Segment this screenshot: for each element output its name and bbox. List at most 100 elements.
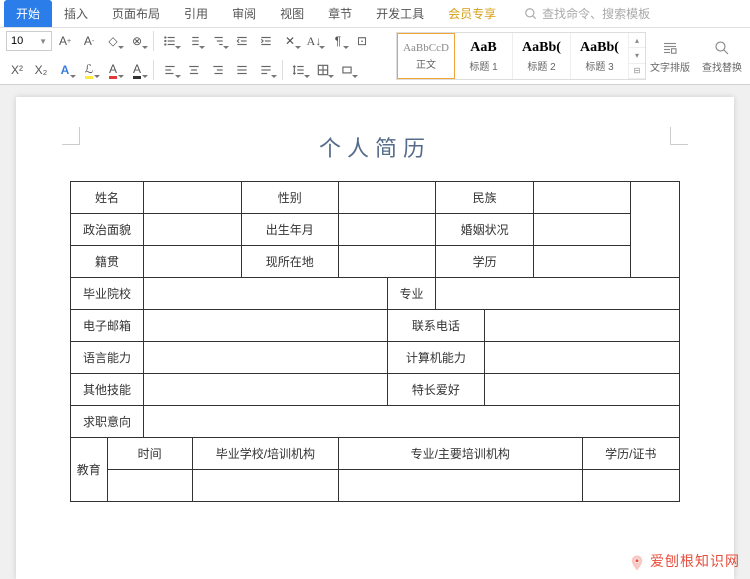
photo-cell[interactable] (631, 182, 680, 278)
separator (153, 31, 154, 51)
cell[interactable] (107, 470, 192, 502)
cell[interactable] (338, 182, 435, 214)
clear-format-icon[interactable]: ◇ (102, 30, 124, 52)
find-replace-button[interactable]: 查找替换 (702, 39, 742, 74)
cell[interactable] (533, 182, 630, 214)
tab-stop-icon[interactable] (336, 59, 358, 81)
label-time: 时间 (107, 438, 192, 470)
cell[interactable] (338, 214, 435, 246)
cell[interactable] (144, 310, 388, 342)
superscript-icon[interactable]: X² (6, 59, 28, 81)
label-marriage: 婚姻状况 (436, 214, 533, 246)
table-row: 求职意向 (71, 406, 680, 438)
tab-view[interactable]: 视图 (268, 0, 316, 27)
bullet-list-icon[interactable] (159, 30, 181, 52)
subscript-icon[interactable]: X₂ (30, 59, 52, 81)
line-spacing-icon[interactable] (288, 59, 310, 81)
margin-corner-tr (670, 127, 688, 145)
cell[interactable] (144, 214, 241, 246)
label-politics: 政治面貌 (71, 214, 144, 246)
label-name: 姓名 (71, 182, 144, 214)
find-icon (713, 39, 731, 57)
shading-icon[interactable]: A (126, 59, 148, 81)
font-effect-icon[interactable]: A (54, 59, 76, 81)
cell[interactable] (144, 342, 388, 374)
tab-start[interactable]: 开始 (4, 0, 52, 27)
multilevel-list-icon[interactable] (207, 30, 229, 52)
decrease-indent-icon[interactable] (231, 30, 253, 52)
style-down-icon[interactable]: ▾ (629, 48, 645, 63)
cell[interactable] (144, 278, 388, 310)
table-row: 姓名 性别 民族 (71, 182, 680, 214)
align-right-icon[interactable] (207, 59, 229, 81)
number-list-icon[interactable] (183, 30, 205, 52)
label-education-section: 教育 (71, 438, 108, 502)
border-icon[interactable] (312, 59, 334, 81)
label-majortraining: 专业/主要培训机构 (338, 438, 582, 470)
decrease-font-icon[interactable]: A- (78, 30, 100, 52)
tab-references[interactable]: 引用 (172, 0, 220, 27)
paragraph-mark-icon[interactable]: ¶ (327, 30, 349, 52)
tab-insert[interactable]: 插入 (52, 0, 100, 27)
style-more-icon[interactable]: ⊟ (629, 64, 645, 79)
watermark-icon (628, 554, 646, 572)
document-page[interactable]: 个人简历 姓名 性别 民族 政治面貌 (16, 97, 734, 579)
label-cert: 学历/证书 (582, 438, 679, 470)
watermark-text: 爱刨根知识网 (650, 555, 740, 570)
resume-table[interactable]: 姓名 性别 民族 政治面貌 出生年月 婚姻状况 籍贯 现所在地 (70, 181, 680, 502)
highlight-icon[interactable]: ℒ (78, 59, 100, 81)
cell[interactable] (144, 374, 388, 406)
font-color-icon[interactable]: A (102, 59, 124, 81)
table-row: 语言能力 计算机能力 (71, 342, 680, 374)
cell[interactable] (533, 214, 630, 246)
tab-pagelayout[interactable]: 页面布局 (100, 0, 172, 27)
tab-chapter[interactable]: 章节 (316, 0, 364, 27)
style-heading2[interactable]: AaBb( 标题 2 (513, 33, 571, 79)
command-search[interactable]: 查找命令、搜索模板 (524, 5, 650, 22)
style-normal[interactable]: AaBbCcD 正文 (397, 33, 455, 79)
tab-member[interactable]: 会员专享 (436, 0, 508, 27)
align-center-icon[interactable] (183, 59, 205, 81)
cell[interactable] (144, 246, 241, 278)
align-left-icon[interactable] (159, 59, 181, 81)
search-icon (524, 7, 538, 21)
table-row: 政治面貌 出生年月 婚姻状况 (71, 214, 680, 246)
increase-font-icon[interactable]: A+ (54, 30, 76, 52)
table-row: 其他技能 特长爱好 (71, 374, 680, 406)
align-justify-icon[interactable] (231, 59, 253, 81)
text-layout-icon (661, 39, 679, 57)
text-layout-label: 文字排版 (650, 59, 690, 74)
text-layout-button[interactable]: 文字排版 (650, 39, 690, 74)
cell[interactable] (338, 470, 582, 502)
document-title: 个人简历 (70, 131, 680, 163)
cell[interactable] (582, 470, 679, 502)
cell[interactable] (338, 246, 435, 278)
sort-icon[interactable]: A↓ (303, 30, 325, 52)
tab-devtools[interactable]: 开发工具 (364, 0, 436, 27)
increase-indent-icon[interactable] (255, 30, 277, 52)
font-size-select[interactable]: 10 ▼ (6, 31, 52, 51)
style-heading3[interactable]: AaBb( 标题 3 (571, 33, 629, 79)
cell[interactable] (436, 278, 680, 310)
font-size-value: 10 (11, 35, 23, 47)
style-up-icon[interactable]: ▴ (629, 33, 645, 48)
align-text-box-icon[interactable]: ⊡ (351, 30, 373, 52)
cell[interactable] (485, 310, 680, 342)
asian-layout-icon[interactable]: ✕ (279, 30, 301, 52)
separator (153, 60, 154, 80)
align-distribute-icon[interactable] (255, 59, 277, 81)
cell[interactable] (144, 182, 241, 214)
label-hobby: 特长爱好 (387, 374, 484, 406)
style-heading1[interactable]: AaB 标题 1 (455, 33, 513, 79)
cell[interactable] (485, 342, 680, 374)
tab-review[interactable]: 审阅 (220, 0, 268, 27)
cell[interactable] (485, 374, 680, 406)
change-case-icon[interactable]: ⊗ (126, 30, 148, 52)
cell[interactable] (144, 406, 680, 438)
cell[interactable] (192, 470, 338, 502)
label-objective: 求职意向 (71, 406, 144, 438)
cell[interactable] (533, 246, 630, 278)
margin-corner-tl (62, 127, 80, 145)
label-gender: 性别 (241, 182, 338, 214)
label-skills: 其他技能 (71, 374, 144, 406)
